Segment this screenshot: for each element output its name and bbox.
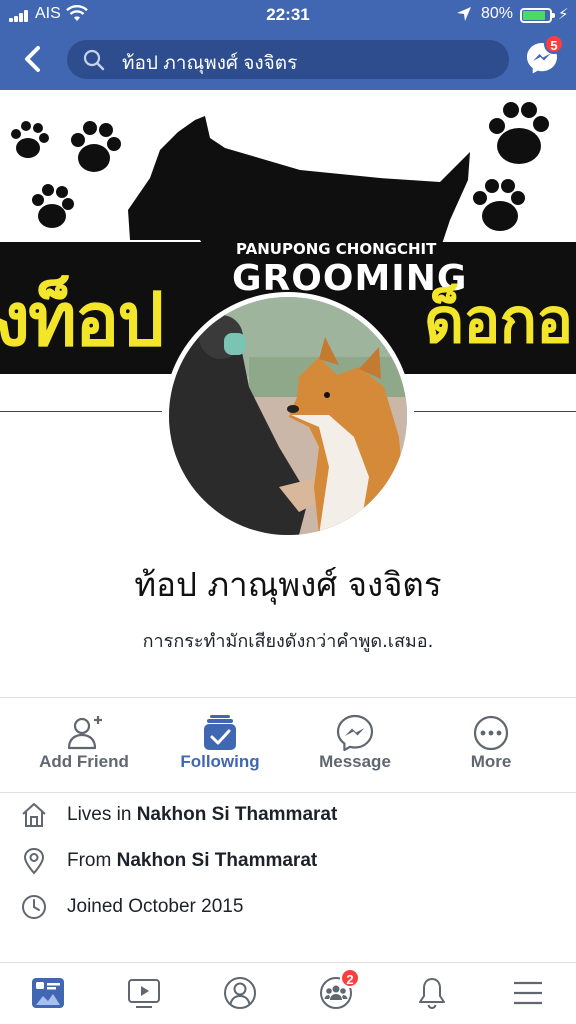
- info-row-from[interactable]: From Nakhon Si Thammarat: [0, 838, 576, 884]
- following-icon: [204, 715, 236, 750]
- watch-icon: [128, 979, 160, 1008]
- info-from-text: From Nakhon Si Thammarat: [67, 850, 317, 872]
- profile-picture[interactable]: [164, 292, 412, 540]
- info-row-joined: Joined October 2015: [0, 884, 576, 930]
- more-button[interactable]: More: [419, 698, 563, 792]
- profile-photo-image: [169, 297, 407, 535]
- info-lives-in-prefix: Lives in: [67, 804, 137, 825]
- charging-bolt-icon: ⚡: [558, 6, 569, 23]
- bottom-tab-bar: 2: [0, 962, 576, 1024]
- tab-watch[interactable]: [96, 963, 192, 1024]
- tab-profile[interactable]: [192, 963, 288, 1024]
- messenger-button[interactable]: 5: [524, 34, 564, 76]
- top-navigation-bar: AIS 22:31 80% ⚡ ท้อป ภาณุพงศ์ จงจิตร 5: [0, 0, 576, 90]
- tab-notifications[interactable]: [384, 963, 480, 1024]
- profile-photo: [169, 297, 407, 535]
- menu-icon: [514, 981, 542, 1005]
- tab-news-feed[interactable]: [0, 963, 96, 1024]
- info-joined-text: Joined October 2015: [67, 896, 244, 917]
- profile-bio: การกระทำมักเสียงดังกว่าคำพูด.เสมอ.: [142, 631, 434, 652]
- add-friend-label: Add Friend: [39, 752, 129, 771]
- info-from-value[interactable]: Nakhon Si Thammarat: [117, 850, 318, 871]
- add-friend-icon: [67, 716, 102, 750]
- profile-icon: [224, 977, 256, 1009]
- info-lives-in-value[interactable]: Nakhon Si Thammarat: [137, 804, 338, 825]
- back-button[interactable]: [18, 42, 48, 76]
- cover-brand-top: PANUPONG CHONGCHIT: [236, 240, 437, 258]
- tab-menu[interactable]: [480, 963, 576, 1024]
- news-feed-icon: [32, 978, 64, 1008]
- notifications-icon: [419, 978, 445, 1010]
- info-row-lives-in[interactable]: Lives in Nakhon Si Thammarat: [0, 792, 576, 838]
- profile-actions: Add Friend Following Message More: [0, 698, 576, 792]
- location-arrow-icon: [457, 7, 471, 21]
- message-button[interactable]: Message: [283, 698, 427, 792]
- info-from-prefix: From: [67, 850, 117, 871]
- home-icon: [22, 803, 46, 827]
- profile-name: ท้อป ภาณุพงศ์ จงจิตร: [134, 565, 442, 604]
- following-label: Following: [180, 752, 260, 771]
- cover-text-right: ด็อกอ: [424, 287, 573, 356]
- info-lives-in-text: Lives in Nakhon Si Thammarat: [67, 804, 337, 826]
- following-button[interactable]: Following: [148, 698, 292, 792]
- search-query-text: ท้อป ภาณุพงศ์ จงจิตร: [122, 53, 298, 74]
- message-label: Message: [319, 752, 391, 771]
- more-icon: [473, 715, 509, 751]
- groups-badge: 2: [340, 968, 360, 988]
- messenger-icon: [336, 714, 374, 752]
- clock-icon: [22, 895, 46, 919]
- more-label: More: [470, 752, 512, 771]
- location-pin-icon: [23, 847, 45, 875]
- status-bar: AIS 22:31 80% ⚡: [0, 0, 576, 30]
- search-input[interactable]: ท้อป ภาณุพงศ์ จงจิตร: [67, 40, 509, 79]
- battery-icon: [520, 8, 555, 23]
- tab-groups[interactable]: 2: [288, 963, 384, 1024]
- search-icon: [83, 49, 105, 71]
- cover-text-left: งท็อป: [0, 278, 164, 361]
- battery-percentage: 80%: [481, 5, 514, 22]
- messenger-badge: 5: [544, 34, 564, 54]
- add-friend-button[interactable]: Add Friend: [12, 698, 156, 792]
- cover-divider-left: [0, 411, 162, 412]
- cover-divider-right: [414, 411, 576, 412]
